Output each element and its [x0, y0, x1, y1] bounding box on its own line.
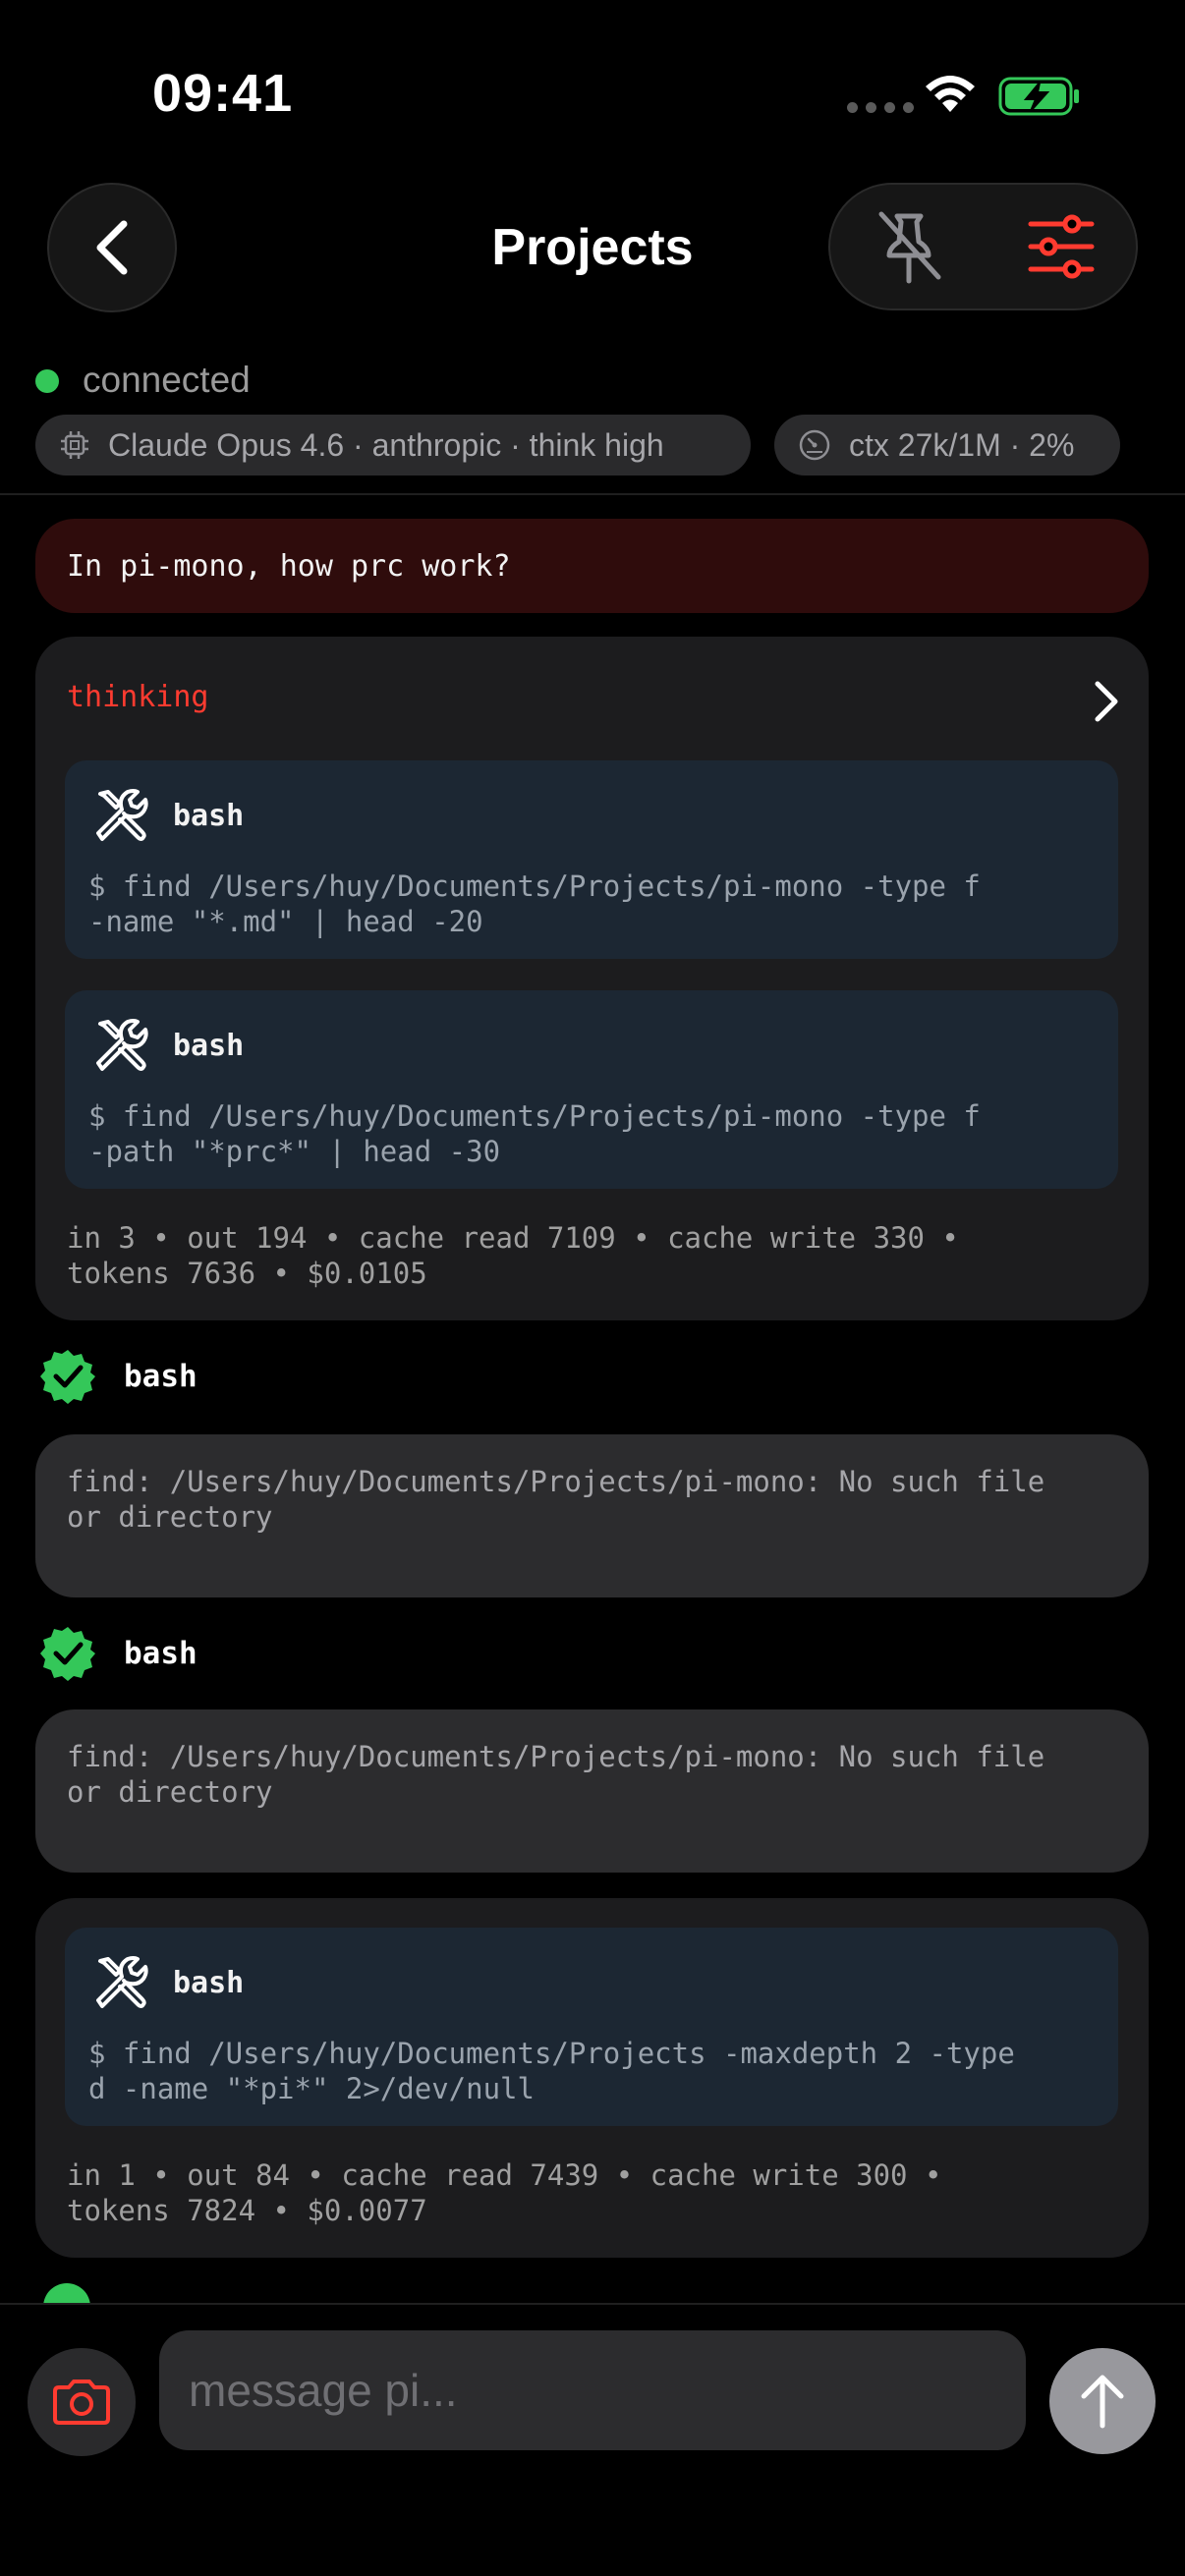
tool-call-card[interactable]: bash $ find /Users/huy/Documents/Project… — [65, 990, 1118, 1189]
arrow-up-icon — [1081, 2375, 1124, 2429]
sliders-icon — [1028, 214, 1095, 279]
message-input[interactable] — [159, 2330, 1026, 2450]
tool-result-title: bash — [124, 1359, 198, 1394]
tools-icon — [96, 789, 148, 841]
wifi-icon — [926, 76, 975, 112]
connection-status-dot — [35, 369, 59, 393]
usage-stats: in 1 • out 84 • cache read 7439 • cache … — [67, 2158, 942, 2227]
cellular-signal-icon — [847, 102, 914, 113]
thinking-label[interactable]: thinking — [67, 680, 209, 714]
model-chip-label: Claude Opus 4.6 · anthropic · think high — [108, 426, 664, 463]
send-button[interactable] — [1049, 2348, 1156, 2454]
verified-check-icon — [40, 1627, 95, 1681]
tool-name: bash — [173, 1965, 245, 2000]
tool-command: $ find /Users/huy/Documents/Projects -ma… — [88, 2037, 1015, 2105]
unpin-icon — [878, 211, 941, 284]
battery-charging-icon — [998, 77, 1079, 116]
user-message: In pi-mono, how prc work? — [35, 519, 1149, 613]
settings-sliders-button[interactable] — [1027, 214, 1096, 284]
tool-result-output: find: /Users/huy/Documents/Projects/pi-m… — [35, 1434, 1149, 1597]
tools-icon — [96, 1956, 148, 2008]
camera-icon — [53, 2380, 110, 2425]
context-chip-label: ctx 27k/1M · 2% — [849, 426, 1075, 463]
verified-check-icon — [40, 1350, 95, 1404]
tools-icon — [96, 1019, 148, 1071]
usage-stats: in 3 • out 194 • cache read 7109 • cache… — [67, 1221, 959, 1290]
tool-call-card[interactable]: bash $ find /Users/huy/Documents/Project… — [65, 760, 1118, 959]
tool-result-header[interactable]: bash — [39, 1625, 198, 1682]
tool-result-title: bash — [124, 1636, 198, 1671]
tool-name: bash — [173, 1028, 245, 1063]
model-chip[interactable]: Claude Opus 4.6 · anthropic · think high — [35, 415, 751, 476]
unpin-button[interactable] — [870, 206, 948, 294]
tool-result-header[interactable]: bash — [39, 1348, 198, 1405]
tool-command: $ find /Users/huy/Documents/Projects/pi-… — [88, 869, 981, 938]
chip-icon — [61, 431, 88, 459]
assistant-turn-card: thinking bash $ find /Users/huy/Document… — [35, 637, 1149, 1320]
tool-call-card[interactable]: bash $ find /Users/huy/Documents/Project… — [65, 1928, 1118, 2126]
tool-name: bash — [173, 798, 245, 833]
context-chip[interactable]: ctx 27k/1M · 2% — [774, 415, 1120, 476]
gauge-icon — [799, 429, 830, 461]
tool-result-output: find: /Users/huy/Documents/Projects/pi-m… — [35, 1709, 1149, 1873]
tool-command: $ find /Users/huy/Documents/Projects/pi-… — [88, 1099, 981, 1168]
chevron-right-icon[interactable] — [1092, 680, 1121, 723]
assistant-turn-card: bash $ find /Users/huy/Documents/Project… — [35, 1898, 1149, 2258]
header-divider — [0, 493, 1185, 495]
connection-status: connected — [83, 360, 251, 400]
status-time: 09:41 — [152, 64, 294, 123]
camera-button[interactable] — [28, 2348, 136, 2456]
header-actions — [828, 183, 1138, 310]
